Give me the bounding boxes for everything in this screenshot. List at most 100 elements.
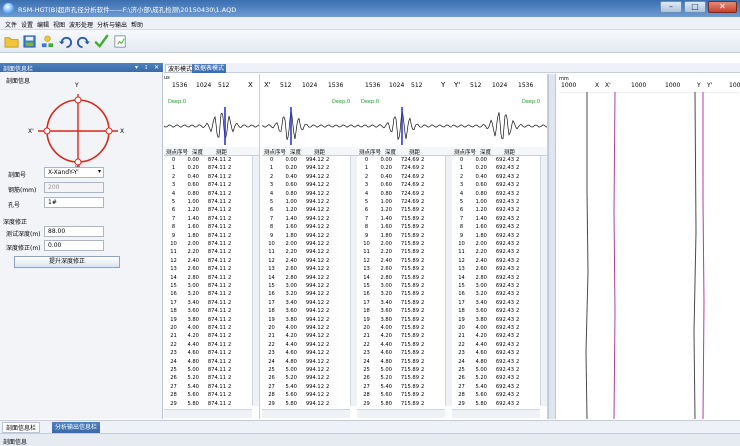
table-row[interactable]: 27 5.40 715.89 2 xyxy=(357,384,445,391)
table-row[interactable]: 9 1.80 715.89 2 xyxy=(357,233,445,240)
table-vertical-scrollbar[interactable] xyxy=(252,156,259,406)
table-row[interactable]: 27 5.40 874.11 2 xyxy=(164,384,252,391)
menu-settings[interactable]: 设置 xyxy=(21,20,33,29)
table-row[interactable]: 22 4.40 715.89 2 xyxy=(357,342,445,349)
table-row[interactable]: 3 0.60 692.43 2 xyxy=(452,182,540,189)
table-row[interactable]: 28 5.60 692.43 2 xyxy=(452,392,540,399)
table-row[interactable]: 16 3.20 715.89 2 xyxy=(357,291,445,298)
table-row[interactable]: 1 0.20 994.12 2 xyxy=(262,165,350,172)
table-row[interactable]: 25 5.00 692.43 2 xyxy=(452,367,540,374)
menu-view[interactable]: 视图 xyxy=(53,20,65,29)
table-row[interactable]: 23 4.60 692.43 2 xyxy=(452,350,540,357)
table-row[interactable]: 2 0.40 692.43 2 xyxy=(452,174,540,181)
minimize-button[interactable]: – xyxy=(660,1,682,13)
table-row[interactable]: 24 4.80 715.89 2 xyxy=(357,359,445,366)
network-icon[interactable] xyxy=(40,34,55,49)
table-row[interactable]: 21 4.20 692.43 2 xyxy=(452,333,540,340)
table-row[interactable]: 24 4.80 692.43 2 xyxy=(452,359,540,366)
table-row[interactable]: 7 1.40 715.89 2 xyxy=(357,216,445,223)
table-row[interactable]: 4 0.80 724.69 2 xyxy=(357,191,445,198)
table-row[interactable]: 21 4.20 874.11 2 xyxy=(164,333,252,340)
table-row[interactable]: 4 0.80 874.11 2 xyxy=(164,191,252,198)
table-row[interactable]: 17 3.40 692.43 2 xyxy=(452,300,540,307)
table-row[interactable]: 13 2.60 692.43 2 xyxy=(452,266,540,273)
depth-correction-field[interactable]: 0.00 xyxy=(44,240,104,251)
table-row[interactable]: 26 5.20 715.89 2 xyxy=(357,375,445,382)
table-row[interactable]: 7 1.40 994.12 2 xyxy=(262,216,350,223)
table-row[interactable]: 6 1.20 692.43 2 xyxy=(452,207,540,214)
table-row[interactable]: 17 3.40 994.12 2 xyxy=(262,300,350,307)
table-row[interactable]: 3 0.60 994.12 2 xyxy=(262,182,350,189)
apply-depth-correction-button[interactable]: 提升深度修正 xyxy=(14,256,120,268)
table-row[interactable]: 8 1.60 692.43 2 xyxy=(452,224,540,231)
pin-icon[interactable]: ɪ xyxy=(145,64,147,71)
table-row[interactable]: 1 0.20 692.43 2 xyxy=(452,165,540,172)
table-row[interactable]: 16 3.20 994.12 2 xyxy=(262,291,350,298)
table-row[interactable]: 14 2.80 715.89 2 xyxy=(357,275,445,282)
table-row[interactable]: 19 3.80 994.12 2 xyxy=(262,317,350,324)
table-row[interactable]: 9 1.80 692.43 2 xyxy=(452,233,540,240)
table-row[interactable]: 19 3.80 874.11 2 xyxy=(164,317,252,324)
table-row[interactable]: 11 2.20 692.43 2 xyxy=(452,249,540,256)
table-row[interactable]: 13 2.60 874.11 2 xyxy=(164,266,252,273)
check-icon[interactable] xyxy=(94,34,109,49)
table-horizontal-scrollbar[interactable] xyxy=(164,409,252,418)
table-row[interactable]: 20 4.00 874.11 2 xyxy=(164,325,252,332)
table-row[interactable]: 12 2.40 874.11 2 xyxy=(164,258,252,265)
menu-help[interactable]: 帮助 xyxy=(131,20,143,29)
table-horizontal-scrollbar[interactable] xyxy=(262,409,350,418)
table-row[interactable]: 25 5.00 994.12 2 xyxy=(262,367,350,374)
tab-analysis-output-info[interactable]: 分析输出信息栏 xyxy=(52,422,101,433)
table-row[interactable]: 12 2.40 715.89 2 xyxy=(357,258,445,265)
table-row[interactable]: 12 2.40 994.12 2 xyxy=(262,258,350,265)
table-horizontal-scrollbar[interactable] xyxy=(452,409,540,418)
table-row[interactable]: 23 4.60 994.12 2 xyxy=(262,350,350,357)
table-row[interactable]: 5 1.00 724.69 2 xyxy=(357,199,445,206)
table-row[interactable]: 24 4.80 994.12 2 xyxy=(262,359,350,366)
table-row[interactable]: 13 2.60 715.89 2 xyxy=(357,266,445,273)
table-row[interactable]: 10 2.00 715.89 2 xyxy=(357,241,445,248)
table-row[interactable]: 25 5.00 715.89 2 xyxy=(357,367,445,374)
maximize-button[interactable]: □ xyxy=(684,1,706,13)
table-row[interactable]: 27 5.40 994.12 2 xyxy=(262,384,350,391)
table-row[interactable]: 1 0.20 874.11 2 xyxy=(164,165,252,172)
table-row[interactable]: 6 1.20 994.12 2 xyxy=(262,207,350,214)
table-row[interactable]: 4 0.80 994.12 2 xyxy=(262,191,350,198)
table-vertical-scrollbar[interactable] xyxy=(540,156,547,406)
redo-icon[interactable] xyxy=(76,34,91,49)
table-row[interactable]: 7 1.40 874.11 2 xyxy=(164,216,252,223)
panel-splitter[interactable] xyxy=(548,74,556,419)
table-row[interactable]: 16 3.20 692.43 2 xyxy=(452,291,540,298)
table-row[interactable]: 12 2.40 692.43 2 xyxy=(452,258,540,265)
table-row[interactable]: 18 3.60 692.43 2 xyxy=(452,308,540,315)
tab-profile-info[interactable]: 剖面信息栏 xyxy=(2,422,41,433)
table-row[interactable]: 21 4.20 715.89 2 xyxy=(357,333,445,340)
table-row[interactable]: 23 4.60 715.89 2 xyxy=(357,350,445,357)
table-row[interactable]: 0 0.00 874.11 2 xyxy=(164,157,252,164)
table-row[interactable]: 26 5.20 994.12 2 xyxy=(262,375,350,382)
table-row[interactable]: 20 4.00 715.89 2 xyxy=(357,325,445,332)
table-row[interactable]: 18 3.60 994.12 2 xyxy=(262,308,350,315)
tab-waveform-mode[interactable]: 波形模式 xyxy=(165,64,196,73)
table-row[interactable]: 29 5.80 692.43 2 xyxy=(452,401,540,408)
table-row[interactable]: 24 4.80 874.11 2 xyxy=(164,359,252,366)
save-icon[interactable] xyxy=(22,34,37,49)
table-row[interactable]: 10 2.00 692.43 2 xyxy=(452,241,540,248)
table-row[interactable]: 16 3.20 874.11 2 xyxy=(164,291,252,298)
table-row[interactable]: 15 3.00 874.11 2 xyxy=(164,283,252,290)
table-row[interactable]: 14 2.80 994.12 2 xyxy=(262,275,350,282)
table-row[interactable]: 25 5.00 874.11 2 xyxy=(164,367,252,374)
table-row[interactable]: 28 5.60 994.12 2 xyxy=(262,392,350,399)
table-horizontal-scrollbar[interactable] xyxy=(357,409,445,418)
table-row[interactable]: 2 0.40 724.69 2 xyxy=(357,174,445,181)
table-row[interactable]: 19 3.80 715.89 2 xyxy=(357,317,445,324)
table-row[interactable]: 22 4.40 994.12 2 xyxy=(262,342,350,349)
table-row[interactable]: 8 1.60 874.11 2 xyxy=(164,224,252,231)
export-icon[interactable] xyxy=(113,34,128,49)
table-row[interactable]: 11 2.20 994.12 2 xyxy=(262,249,350,256)
table-row[interactable]: 11 2.20 874.11 2 xyxy=(164,249,252,256)
table-row[interactable]: 8 1.60 715.89 2 xyxy=(357,224,445,231)
menu-wave-processing[interactable]: 波形处理 xyxy=(69,20,93,29)
table-row[interactable]: 9 1.80 874.11 2 xyxy=(164,233,252,240)
table-row[interactable]: 13 2.60 994.12 2 xyxy=(262,266,350,273)
